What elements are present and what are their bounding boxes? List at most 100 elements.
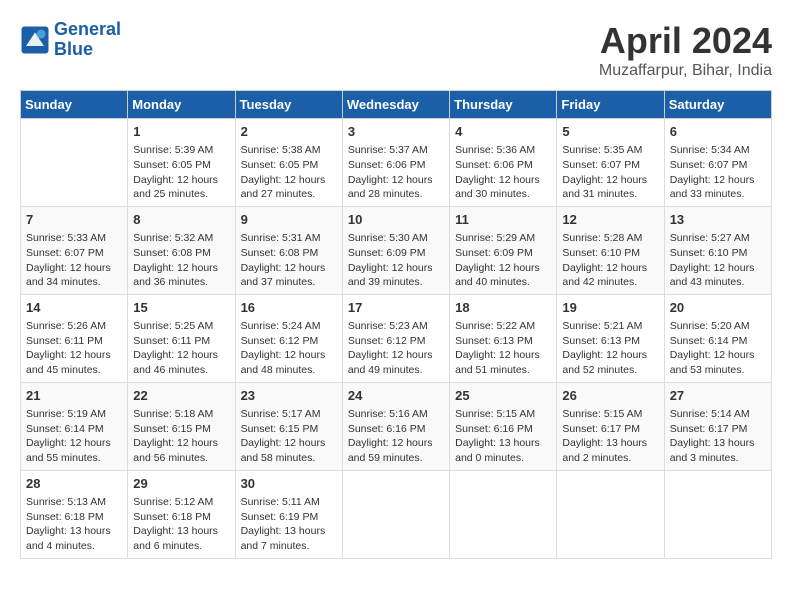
day-number: 6 <box>670 123 766 141</box>
day-info: Sunrise: 5:16 AM Sunset: 6:16 PM Dayligh… <box>348 407 444 466</box>
calendar-body: 1 Sunrise: 5:39 AM Sunset: 6:05 PM Daylig… <box>21 119 772 559</box>
day-info: Sunrise: 5:23 AM Sunset: 6:12 PM Dayligh… <box>348 319 444 378</box>
day-number: 15 <box>133 299 229 317</box>
month-title: April 2024 <box>599 20 772 62</box>
calendar-week-4: 21 Sunrise: 5:19 AM Sunset: 6:14 PM Dayli… <box>21 382 772 470</box>
header-day-thursday: Thursday <box>450 91 557 119</box>
calendar-cell: 12 Sunrise: 5:28 AM Sunset: 6:10 PM Dayli… <box>557 206 664 294</box>
logo-line1: General <box>54 19 121 39</box>
calendar-cell: 1 Sunrise: 5:39 AM Sunset: 6:05 PM Daylig… <box>128 119 235 207</box>
calendar-cell: 23 Sunrise: 5:17 AM Sunset: 6:15 PM Dayli… <box>235 382 342 470</box>
day-info: Sunrise: 5:34 AM Sunset: 6:07 PM Dayligh… <box>670 143 766 202</box>
day-number: 8 <box>133 211 229 229</box>
day-info: Sunrise: 5:37 AM Sunset: 6:06 PM Dayligh… <box>348 143 444 202</box>
calendar-cell: 21 Sunrise: 5:19 AM Sunset: 6:14 PM Dayli… <box>21 382 128 470</box>
header-day-saturday: Saturday <box>664 91 771 119</box>
calendar-cell <box>450 470 557 558</box>
logo-text: General Blue <box>54 20 121 60</box>
day-info: Sunrise: 5:15 AM Sunset: 6:17 PM Dayligh… <box>562 407 658 466</box>
title-block: April 2024 Muzaffarpur, Bihar, India <box>599 20 772 80</box>
day-number: 21 <box>26 387 122 405</box>
day-number: 19 <box>562 299 658 317</box>
day-number: 3 <box>348 123 444 141</box>
day-info: Sunrise: 5:14 AM Sunset: 6:17 PM Dayligh… <box>670 407 766 466</box>
day-number: 7 <box>26 211 122 229</box>
calendar-cell: 30Sunrise: 5:11 AM Sunset: 6:19 PM Dayli… <box>235 470 342 558</box>
day-info: Sunrise: 5:21 AM Sunset: 6:13 PM Dayligh… <box>562 319 658 378</box>
day-number: 13 <box>670 211 766 229</box>
day-number: 27 <box>670 387 766 405</box>
day-number: 5 <box>562 123 658 141</box>
day-info: Sunrise: 5:33 AM Sunset: 6:07 PM Dayligh… <box>26 231 122 290</box>
day-info: Sunrise: 5:27 AM Sunset: 6:10 PM Dayligh… <box>670 231 766 290</box>
day-info: Sunrise: 5:12 AM Sunset: 6:18 PM Dayligh… <box>133 495 229 554</box>
calendar-cell: 13 Sunrise: 5:27 AM Sunset: 6:10 PM Dayli… <box>664 206 771 294</box>
calendar-cell: 22Sunrise: 5:18 AM Sunset: 6:15 PM Dayli… <box>128 382 235 470</box>
calendar-cell: 16 Sunrise: 5:24 AM Sunset: 6:12 PM Dayli… <box>235 294 342 382</box>
calendar-cell <box>664 470 771 558</box>
calendar-table: SundayMondayTuesdayWednesdayThursdayFrid… <box>20 90 772 559</box>
calendar-week-3: 14Sunrise: 5:26 AM Sunset: 6:11 PM Dayli… <box>21 294 772 382</box>
day-info: Sunrise: 5:18 AM Sunset: 6:15 PM Dayligh… <box>133 407 229 466</box>
day-number: 18 <box>455 299 551 317</box>
location: Muzaffarpur, Bihar, India <box>599 62 772 80</box>
day-info: Sunrise: 5:19 AM Sunset: 6:14 PM Dayligh… <box>26 407 122 466</box>
day-info: Sunrise: 5:20 AM Sunset: 6:14 PM Dayligh… <box>670 319 766 378</box>
day-number: 24 <box>348 387 444 405</box>
day-info: Sunrise: 5:36 AM Sunset: 6:06 PM Dayligh… <box>455 143 551 202</box>
day-number: 2 <box>241 123 337 141</box>
day-info: Sunrise: 5:32 AM Sunset: 6:08 PM Dayligh… <box>133 231 229 290</box>
calendar-cell: 20 Sunrise: 5:20 AM Sunset: 6:14 PM Dayli… <box>664 294 771 382</box>
day-info: Sunrise: 5:39 AM Sunset: 6:05 PM Dayligh… <box>133 143 229 202</box>
calendar-cell: 29 Sunrise: 5:12 AM Sunset: 6:18 PM Dayli… <box>128 470 235 558</box>
day-number: 11 <box>455 211 551 229</box>
logo-icon <box>20 25 50 55</box>
day-number: 1 <box>133 123 229 141</box>
day-info: Sunrise: 5:13 AM Sunset: 6:18 PM Dayligh… <box>26 495 122 554</box>
header-day-friday: Friday <box>557 91 664 119</box>
day-number: 25 <box>455 387 551 405</box>
day-info: Sunrise: 5:15 AM Sunset: 6:16 PM Dayligh… <box>455 407 551 466</box>
calendar-cell: 27 Sunrise: 5:14 AM Sunset: 6:17 PM Dayli… <box>664 382 771 470</box>
calendar-cell: 3 Sunrise: 5:37 AM Sunset: 6:06 PM Daylig… <box>342 119 449 207</box>
day-info: Sunrise: 5:22 AM Sunset: 6:13 PM Dayligh… <box>455 319 551 378</box>
day-info: Sunrise: 5:28 AM Sunset: 6:10 PM Dayligh… <box>562 231 658 290</box>
calendar-cell: 26 Sunrise: 5:15 AM Sunset: 6:17 PM Dayli… <box>557 382 664 470</box>
day-info: Sunrise: 5:25 AM Sunset: 6:11 PM Dayligh… <box>133 319 229 378</box>
day-number: 17 <box>348 299 444 317</box>
calendar-cell: 10Sunrise: 5:30 AM Sunset: 6:09 PM Dayli… <box>342 206 449 294</box>
day-number: 12 <box>562 211 658 229</box>
calendar-cell: 14Sunrise: 5:26 AM Sunset: 6:11 PM Dayli… <box>21 294 128 382</box>
day-number: 28 <box>26 475 122 493</box>
calendar-cell: 15 Sunrise: 5:25 AM Sunset: 6:11 PM Dayli… <box>128 294 235 382</box>
day-number: 14 <box>26 299 122 317</box>
calendar-week-5: 28 Sunrise: 5:13 AM Sunset: 6:18 PM Dayli… <box>21 470 772 558</box>
page-header: General Blue April 2024 Muzaffarpur, Bih… <box>20 20 772 80</box>
day-info: Sunrise: 5:35 AM Sunset: 6:07 PM Dayligh… <box>562 143 658 202</box>
day-number: 23 <box>241 387 337 405</box>
calendar-cell: 6 Sunrise: 5:34 AM Sunset: 6:07 PM Daylig… <box>664 119 771 207</box>
calendar-week-2: 7 Sunrise: 5:33 AM Sunset: 6:07 PM Daylig… <box>21 206 772 294</box>
day-number: 9 <box>241 211 337 229</box>
day-info: Sunrise: 5:29 AM Sunset: 6:09 PM Dayligh… <box>455 231 551 290</box>
header-day-wednesday: Wednesday <box>342 91 449 119</box>
day-info: Sunrise: 5:17 AM Sunset: 6:15 PM Dayligh… <box>241 407 337 466</box>
day-info: Sunrise: 5:38 AM Sunset: 6:05 PM Dayligh… <box>241 143 337 202</box>
day-info: Sunrise: 5:31 AM Sunset: 6:08 PM Dayligh… <box>241 231 337 290</box>
calendar-cell: 28 Sunrise: 5:13 AM Sunset: 6:18 PM Dayli… <box>21 470 128 558</box>
day-number: 4 <box>455 123 551 141</box>
day-number: 29 <box>133 475 229 493</box>
day-info: Sunrise: 5:11 AM Sunset: 6:19 PM Dayligh… <box>241 495 337 554</box>
calendar-cell: 17 Sunrise: 5:23 AM Sunset: 6:12 PM Dayli… <box>342 294 449 382</box>
day-number: 20 <box>670 299 766 317</box>
day-number: 26 <box>562 387 658 405</box>
calendar-cell: 5 Sunrise: 5:35 AM Sunset: 6:07 PM Daylig… <box>557 119 664 207</box>
logo: General Blue <box>20 20 121 60</box>
logo-line2: Blue <box>54 39 93 59</box>
calendar-cell <box>21 119 128 207</box>
calendar-cell: 19 Sunrise: 5:21 AM Sunset: 6:13 PM Dayli… <box>557 294 664 382</box>
day-number: 10 <box>348 211 444 229</box>
day-info: Sunrise: 5:24 AM Sunset: 6:12 PM Dayligh… <box>241 319 337 378</box>
header-day-tuesday: Tuesday <box>235 91 342 119</box>
day-number: 16 <box>241 299 337 317</box>
